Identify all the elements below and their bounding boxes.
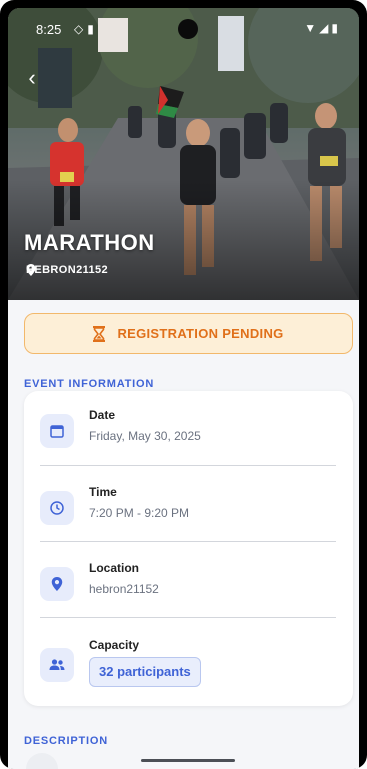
sim-card-icon: ▮ — [87, 22, 98, 36]
shield-icon: ◇ — [74, 22, 88, 36]
registration-status-text: REGISTRATION PENDING — [117, 326, 284, 341]
divider — [40, 465, 336, 466]
status-bar: 8:25 ◇▮ ▼◢▮ — [8, 8, 359, 48]
people-icon — [40, 648, 74, 682]
location-label: Location — [89, 561, 139, 575]
event-location-line: HEBRON21152 — [26, 264, 108, 276]
event-title: MARATHON — [24, 230, 155, 255]
event-hero-image: 8:25 ◇▮ ▼◢▮ ‹ MARATHON HEBRON21152 — [8, 8, 359, 300]
description-heading: DESCRIPTION — [24, 735, 108, 747]
map-pin-icon — [26, 264, 36, 276]
front-camera-cutout — [178, 19, 198, 39]
cell-signal-icon: ◢ — [319, 21, 332, 35]
event-information-heading: EVENT INFORMATION — [24, 378, 155, 390]
divider — [40, 541, 336, 542]
date-label: Date — [89, 408, 116, 422]
event-location-text: HEBRON21152 — [26, 264, 109, 276]
battery-icon: ▮ — [331, 21, 341, 35]
capacity-label: Capacity — [89, 638, 140, 652]
divider — [40, 617, 336, 618]
info-row-location: Location hebron21152 — [40, 561, 337, 617]
chevron-left-icon: ‹ — [28, 65, 36, 90]
wifi-icon: ▼ — [304, 21, 320, 35]
date-value: Friday, May 30, 2025 — [89, 429, 201, 443]
clock-icon — [40, 491, 74, 525]
calendar-icon — [40, 414, 74, 448]
app-screen: 8:25 ◇▮ ▼◢▮ ‹ MARATHON HEBRON21152 REGIS… — [8, 8, 359, 769]
time-label: Time — [89, 485, 117, 499]
home-indicator[interactable] — [141, 759, 235, 762]
capacity-chip: 32 participants — [89, 657, 201, 687]
location-value: hebron21152 — [89, 582, 159, 596]
info-row-capacity: Capacity 32 participants — [40, 638, 337, 694]
registration-status-banner: REGISTRATION PENDING — [24, 313, 353, 354]
map-pin-icon — [40, 567, 74, 601]
back-button[interactable]: ‹ — [18, 64, 46, 92]
status-time: 8:25 — [36, 22, 62, 37]
hourglass-icon — [93, 325, 106, 342]
info-row-date: Date Friday, May 30, 2025 — [40, 408, 337, 464]
status-left-icons: ◇▮ — [74, 22, 98, 36]
event-details: REGISTRATION PENDING EVENT INFORMATION D… — [8, 300, 359, 769]
event-information-card: Date Friday, May 30, 2025 Time 7:20 PM -… — [24, 391, 353, 706]
status-right-icons: ▼◢▮ — [304, 21, 341, 35]
info-row-time: Time 7:20 PM - 9:20 PM — [40, 485, 337, 541]
time-value: 7:20 PM - 9:20 PM — [89, 506, 190, 520]
device-frame: 8:25 ◇▮ ▼◢▮ ‹ MARATHON HEBRON21152 REGIS… — [0, 0, 367, 769]
description-avatar — [26, 753, 58, 769]
